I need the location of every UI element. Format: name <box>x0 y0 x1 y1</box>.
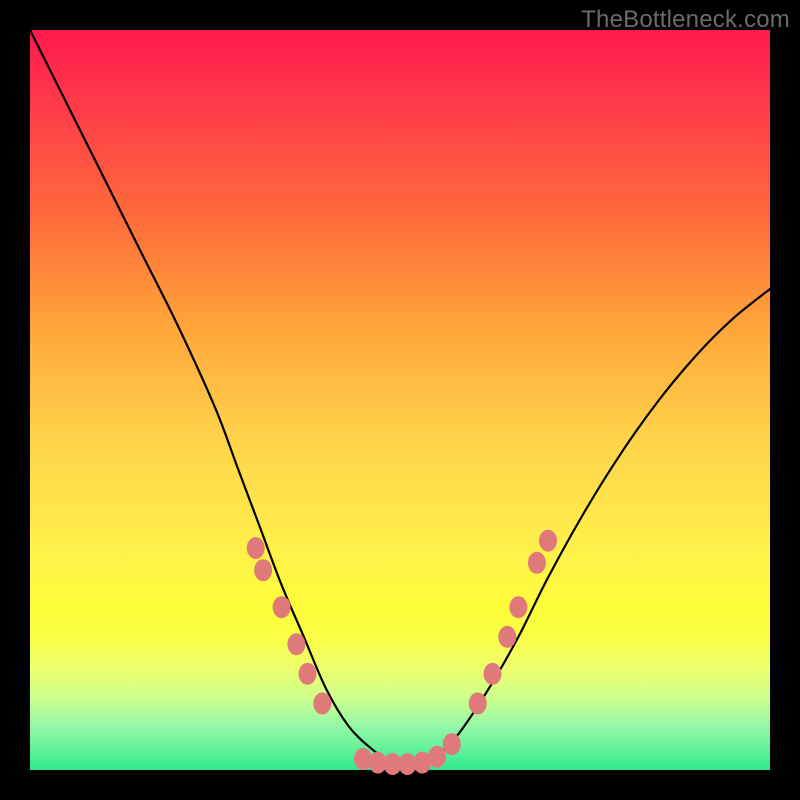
outer-frame: TheBottleneck.com <box>0 0 800 800</box>
bottleneck-curve <box>30 30 770 764</box>
data-marker <box>247 537 265 559</box>
chart-svg <box>30 30 770 770</box>
data-marker <box>528 552 546 574</box>
watermark-text: TheBottleneck.com <box>581 6 790 34</box>
data-marker <box>443 733 461 755</box>
data-marker <box>354 748 372 770</box>
data-marker <box>539 530 557 552</box>
data-marker <box>254 559 272 581</box>
plot-area <box>30 30 770 770</box>
data-marker <box>469 692 487 714</box>
data-marker <box>498 626 516 648</box>
data-marker <box>428 746 446 768</box>
data-marker <box>273 596 291 618</box>
data-marker <box>287 633 305 655</box>
data-marker <box>299 663 317 685</box>
data-marker <box>313 692 331 714</box>
data-marker <box>484 663 502 685</box>
data-marker <box>509 596 527 618</box>
